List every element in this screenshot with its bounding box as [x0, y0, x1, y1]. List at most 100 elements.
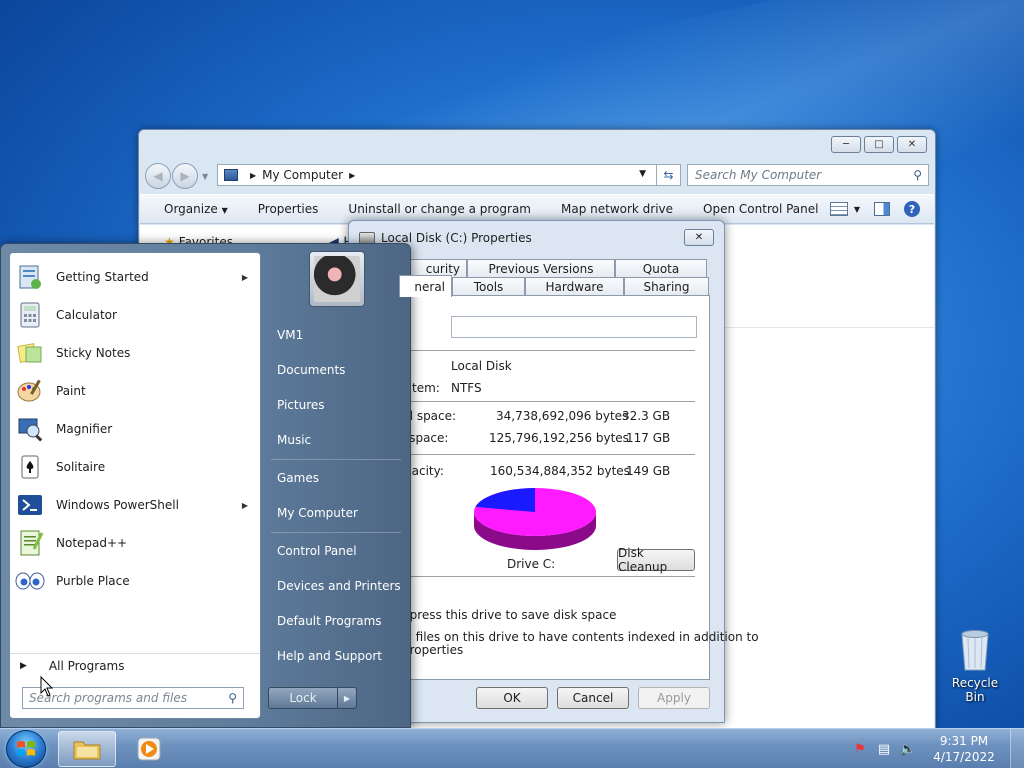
- taskbar: ⚑ ▤ 🔈 9:31 PM 4/17/2022: [0, 728, 1024, 768]
- documents-link[interactable]: Documents: [277, 363, 345, 377]
- divider: [370, 350, 695, 351]
- start-menu-item[interactable]: Sticky Notes: [10, 334, 260, 372]
- paint-icon: [14, 375, 46, 407]
- submenu-arrow-icon[interactable]: ▶: [242, 273, 248, 282]
- tab-sharing[interactable]: Sharing: [624, 277, 709, 295]
- media-player-icon: [137, 737, 161, 761]
- capacity-bytes: 160,534,884,352 bytes: [490, 464, 630, 478]
- divider: [271, 459, 401, 460]
- sticky-notes-icon: [14, 337, 46, 369]
- recycle-bin-desktop-icon[interactable]: Recycle Bin: [942, 628, 1008, 704]
- explorer-search-input[interactable]: Search My Computer ⚲: [687, 164, 929, 186]
- help-icon[interactable]: ?: [904, 201, 920, 217]
- calculator-icon: [14, 299, 46, 331]
- properties-button[interactable]: Properties: [258, 202, 319, 216]
- start-menu-item[interactable]: Windows PowerShell ▶: [10, 486, 260, 524]
- windows-logo-icon: [17, 741, 35, 756]
- forward-button[interactable]: ▶: [172, 163, 198, 189]
- action-center-flag-icon[interactable]: ⚑: [852, 741, 868, 757]
- index-checkbox-label[interactable]: w files on this drive to have contents i…: [402, 630, 759, 644]
- my-computer-link[interactable]: My Computer: [277, 506, 358, 520]
- dialog-close-button[interactable]: ✕: [684, 229, 714, 246]
- lock-button[interactable]: Lock: [268, 687, 338, 709]
- breadcrumb-chevron-icon[interactable]: ▶: [349, 171, 355, 180]
- tab-quota[interactable]: Quota: [615, 259, 707, 277]
- right-arrow-icon: ▶: [343, 693, 351, 703]
- user-avatar[interactable]: [309, 251, 365, 307]
- explorer-titlebar[interactable]: ─ □ ✕: [139, 130, 935, 160]
- divider: [370, 454, 695, 455]
- organize-button[interactable]: Organize ▼: [164, 202, 228, 216]
- taskbar-media-player-button[interactable]: [120, 731, 178, 767]
- pictures-link[interactable]: Pictures: [277, 398, 325, 412]
- games-link[interactable]: Games: [277, 471, 319, 485]
- help-support-link[interactable]: Help and Support: [277, 649, 382, 663]
- music-link[interactable]: Music: [277, 433, 311, 447]
- search-icon[interactable]: ⚲: [913, 168, 922, 182]
- maximize-icon: □: [874, 139, 884, 150]
- tab-previous-versions[interactable]: Previous Versions: [467, 259, 615, 277]
- compress-checkbox-label[interactable]: npress this drive to save disk space: [402, 608, 616, 622]
- volume-icon[interactable]: 🔈: [900, 741, 916, 757]
- notepadpp-icon: [14, 527, 46, 559]
- start-menu-item-label: Getting Started: [56, 270, 149, 284]
- disk-cleanup-button[interactable]: Disk Cleanup: [617, 546, 695, 574]
- used-space-size: 32.3 GB: [622, 409, 671, 423]
- start-menu-item[interactable]: Solitaire: [10, 448, 260, 486]
- taskbar-explorer-button[interactable]: [58, 731, 116, 767]
- powershell-icon: [14, 489, 46, 521]
- refresh-icon[interactable]: ⇆: [656, 164, 680, 186]
- tab-general[interactable]: neral: [399, 275, 452, 297]
- back-button[interactable]: ◀: [145, 163, 171, 189]
- back-arrow-icon: ◀: [153, 169, 163, 183]
- start-menu-item[interactable]: Getting Started ▶: [10, 258, 260, 296]
- devices-printers-link[interactable]: Devices and Printers: [277, 579, 401, 593]
- start-menu-item[interactable]: Magnifier: [10, 410, 260, 448]
- start-menu-item-label: Windows PowerShell: [56, 498, 179, 512]
- open-control-panel-button[interactable]: Open Control Panel: [703, 202, 818, 216]
- start-menu-item[interactable]: Calculator: [10, 296, 260, 334]
- map-network-drive-button[interactable]: Map network drive: [561, 202, 673, 216]
- apply-button[interactable]: Apply: [638, 687, 710, 709]
- address-text[interactable]: My Computer: [262, 168, 343, 182]
- recent-pages-dropdown[interactable]: ▼: [202, 172, 208, 181]
- control-panel-link[interactable]: Control Panel: [277, 544, 357, 558]
- submenu-arrow-icon[interactable]: ▶: [242, 501, 248, 510]
- show-desktop-button[interactable]: [1010, 729, 1024, 768]
- tab-hardware[interactable]: Hardware: [525, 277, 624, 295]
- right-arrow-icon: ▶: [20, 660, 27, 671]
- divider: [370, 576, 695, 577]
- solitaire-icon: [14, 451, 46, 483]
- ok-button[interactable]: OK: [476, 687, 548, 709]
- start-menu-item[interactable]: Paint: [10, 372, 260, 410]
- start-menu-item[interactable]: Notepad++: [10, 524, 260, 562]
- start-button[interactable]: [6, 730, 46, 768]
- search-icon[interactable]: ⚲: [228, 691, 237, 705]
- shutdown-options-button[interactable]: ▶: [337, 687, 357, 709]
- user-folder-link[interactable]: VM1: [277, 328, 303, 342]
- used-space-bytes: 34,738,692,096 bytes: [496, 409, 629, 423]
- preview-pane-icon[interactable]: [874, 202, 890, 216]
- start-search-input[interactable]: Search programs and files ⚲: [22, 687, 244, 709]
- change-view-button[interactable]: ▼: [829, 202, 860, 216]
- tab-tools[interactable]: Tools: [452, 277, 525, 295]
- close-button[interactable]: ✕: [897, 136, 927, 153]
- chevron-down-icon: ▼: [853, 204, 860, 214]
- getting-started-icon: [14, 261, 46, 293]
- cancel-button[interactable]: Cancel: [557, 687, 629, 709]
- minimize-button[interactable]: ─: [831, 136, 861, 153]
- breadcrumb-chevron-icon[interactable]: ▶: [250, 171, 256, 180]
- clock[interactable]: 9:31 PM 4/17/2022: [924, 733, 1004, 765]
- network-icon[interactable]: ▤: [876, 741, 892, 757]
- start-menu-item-label: Magnifier: [56, 422, 113, 436]
- clock-time: 9:31 PM: [939, 734, 989, 748]
- address-bar[interactable]: ▶ My Computer ▶ ▼ ⇆: [217, 164, 681, 186]
- default-programs-link[interactable]: Default Programs: [277, 614, 382, 628]
- start-menu-item[interactable]: Purble Place: [10, 562, 260, 600]
- all-programs-button[interactable]: ▶ All Programs: [10, 653, 260, 677]
- address-dropdown-icon[interactable]: ▼: [639, 169, 646, 179]
- uninstall-button[interactable]: Uninstall or change a program: [348, 202, 531, 216]
- drive-name-input[interactable]: [451, 316, 697, 338]
- maximize-button[interactable]: □: [864, 136, 894, 153]
- start-menu-places-pane: VM1 Documents Pictures Music Games My Co…: [263, 244, 411, 727]
